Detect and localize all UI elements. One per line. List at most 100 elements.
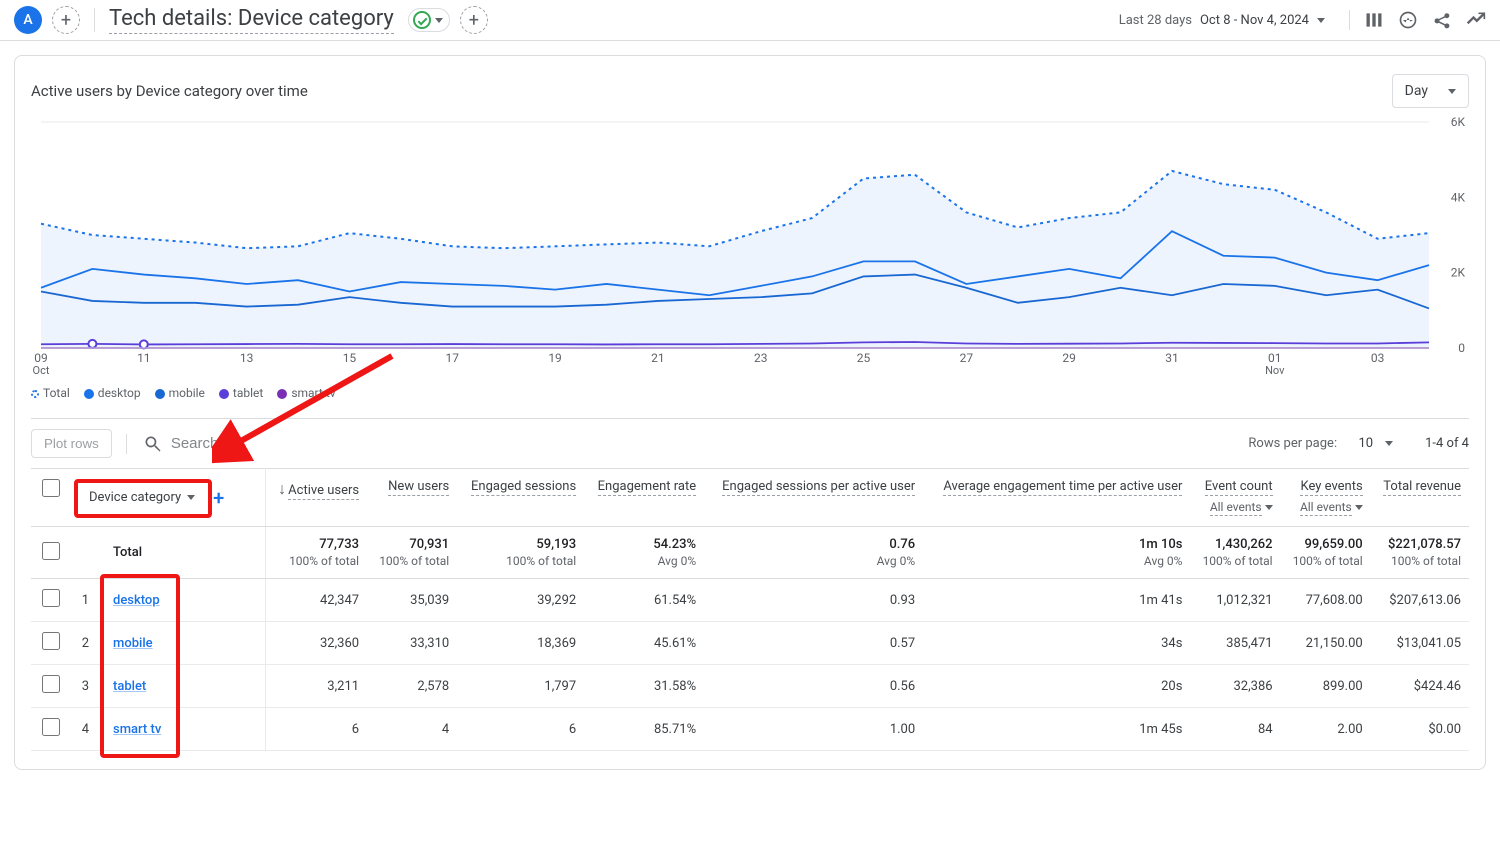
compare-columns-icon[interactable] <box>1364 10 1384 30</box>
share-icon[interactable] <box>1432 10 1452 30</box>
legend-item-desktop[interactable]: desktop <box>84 386 141 400</box>
totals-cell: 1m 10sAvg 0% <box>923 527 1190 579</box>
date-range-picker[interactable]: Last 28 days Oct 8 - Nov 4, 2024 <box>1119 13 1325 28</box>
row-name[interactable]: desktop <box>105 579 265 622</box>
cell: $424.46 <box>1371 665 1469 708</box>
search-box[interactable] <box>126 434 1235 454</box>
row-index: 2 <box>71 622 105 665</box>
realtime-icon[interactable] <box>1398 10 1418 30</box>
rows-per-page[interactable]: Rows per page: 10 1-4 of 4 <box>1248 436 1469 451</box>
totals-row: Total 77,733100% of total 70,931100% of … <box>31 527 1469 579</box>
svg-text:Oct: Oct <box>33 364 50 376</box>
row-checkbox[interactable] <box>42 542 60 560</box>
svg-text:2K: 2K <box>1451 266 1466 280</box>
cell: 6 <box>265 708 367 751</box>
cell: 0.93 <box>704 579 923 622</box>
cell: 77,608.00 <box>1281 579 1371 622</box>
row-checkbox[interactable] <box>42 589 60 607</box>
svg-text:31: 31 <box>1165 351 1179 365</box>
cell: 1.00 <box>704 708 923 751</box>
svg-text:19: 19 <box>548 351 562 365</box>
granularity-value: Day <box>1405 83 1428 99</box>
row-index: 4 <box>71 708 105 751</box>
cell: 2.00 <box>1281 708 1371 751</box>
column-engagement-rate[interactable]: Engagement rate <box>584 469 704 527</box>
add-filter-button[interactable]: + <box>460 6 488 34</box>
chevron-down-icon <box>187 495 195 500</box>
add-dimension-button[interactable]: + <box>209 486 228 510</box>
svg-text:27: 27 <box>960 351 974 365</box>
top-bar: A + Tech details: Device category + Last… <box>0 0 1500 41</box>
cell: 1,797 <box>457 665 584 708</box>
row-name[interactable]: tablet <box>105 665 265 708</box>
svg-text:17: 17 <box>446 351 460 365</box>
cell: 6 <box>457 708 584 751</box>
chart-title: Active users by Device category over tim… <box>31 82 308 100</box>
row-index: 3 <box>71 665 105 708</box>
cell: 61.54% <box>584 579 704 622</box>
line-chart: 02K4K6K09Oct111315171921232527293101Nov0… <box>31 116 1469 376</box>
totals-label: Total <box>105 527 265 579</box>
insights-icon[interactable] <box>1466 10 1486 30</box>
chevron-down-icon <box>1265 505 1273 510</box>
column-key-events[interactable]: Key eventsAll events <box>1281 469 1371 527</box>
cell: 20s <box>923 665 1190 708</box>
row-name[interactable]: smart tv <box>105 708 265 751</box>
chart-legend: Total desktop mobile tablet smart tv <box>31 386 1469 400</box>
row-checkbox[interactable] <box>42 675 60 693</box>
totals-cell: 0.76Avg 0% <box>704 527 923 579</box>
search-icon <box>143 434 163 454</box>
cell: 85.71% <box>584 708 704 751</box>
cell: $207,613.06 <box>1371 579 1469 622</box>
totals-cell: 59,193100% of total <box>457 527 584 579</box>
status-chip[interactable] <box>408 8 450 32</box>
add-segment-button[interactable]: + <box>52 6 80 34</box>
chevron-down-icon <box>1355 505 1363 510</box>
legend-item-smarttv[interactable]: smart tv <box>277 386 335 400</box>
svg-text:Nov: Nov <box>1265 364 1285 376</box>
column-event-count[interactable]: Event countAll events <box>1190 469 1280 527</box>
check-circle-icon <box>413 11 431 29</box>
table-row: 4 smart tv 6 4 6 85.71% 1.00 1m 45s 84 2… <box>31 708 1469 751</box>
select-all-checkbox[interactable] <box>42 479 60 497</box>
rows-per-page-label: Rows per page: <box>1248 436 1337 451</box>
dimension-select[interactable]: Device category <box>81 484 203 511</box>
column-avg-engagement-time[interactable]: Average engagement time per active user <box>923 469 1190 527</box>
page-title: Tech details: Device category <box>109 6 394 34</box>
row-checkbox[interactable] <box>42 632 60 650</box>
svg-text:25: 25 <box>857 351 871 365</box>
row-name[interactable]: mobile <box>105 622 265 665</box>
legend-item-total[interactable]: Total <box>31 386 70 400</box>
column-active-users[interactable]: ↓Active users <box>265 469 367 527</box>
column-new-users[interactable]: New users <box>367 469 457 527</box>
column-engaged-sessions[interactable]: Engaged sessions <box>457 469 584 527</box>
svg-text:6K: 6K <box>1451 116 1466 129</box>
column-total-revenue[interactable]: Total revenue <box>1371 469 1469 527</box>
svg-text:11: 11 <box>137 351 151 365</box>
cell: 32,360 <box>265 622 367 665</box>
cell: 84 <box>1190 708 1280 751</box>
row-checkbox[interactable] <box>42 718 60 736</box>
cell: 1m 41s <box>923 579 1190 622</box>
search-input[interactable] <box>171 435 331 452</box>
cell: 32,386 <box>1190 665 1280 708</box>
avatar[interactable]: A <box>14 6 42 34</box>
pagination-range: 1-4 of 4 <box>1425 436 1469 451</box>
column-engaged-per-user[interactable]: Engaged sessions per active user <box>704 469 923 527</box>
table-row: 2 mobile 32,360 33,310 18,369 45.61% 0.5… <box>31 622 1469 665</box>
chevron-down-icon <box>1317 18 1325 23</box>
granularity-select[interactable]: Day <box>1392 74 1469 108</box>
cell: 21,150.00 <box>1281 622 1371 665</box>
row-index: 1 <box>71 579 105 622</box>
legend-item-mobile[interactable]: mobile <box>155 386 205 400</box>
chart-container: 02K4K6K09Oct111315171921232527293101Nov0… <box>31 116 1469 376</box>
cell: 45.61% <box>584 622 704 665</box>
cell: 31.58% <box>584 665 704 708</box>
chevron-down-icon <box>1448 89 1456 94</box>
cell: $13,041.05 <box>1371 622 1469 665</box>
date-range-value: Oct 8 - Nov 4, 2024 <box>1200 13 1309 28</box>
plot-rows-button[interactable]: Plot rows <box>31 429 112 458</box>
legend-item-tablet[interactable]: tablet <box>219 386 263 400</box>
totals-cell: 77,733100% of total <box>265 527 367 579</box>
toolbar-icons <box>1349 10 1486 30</box>
